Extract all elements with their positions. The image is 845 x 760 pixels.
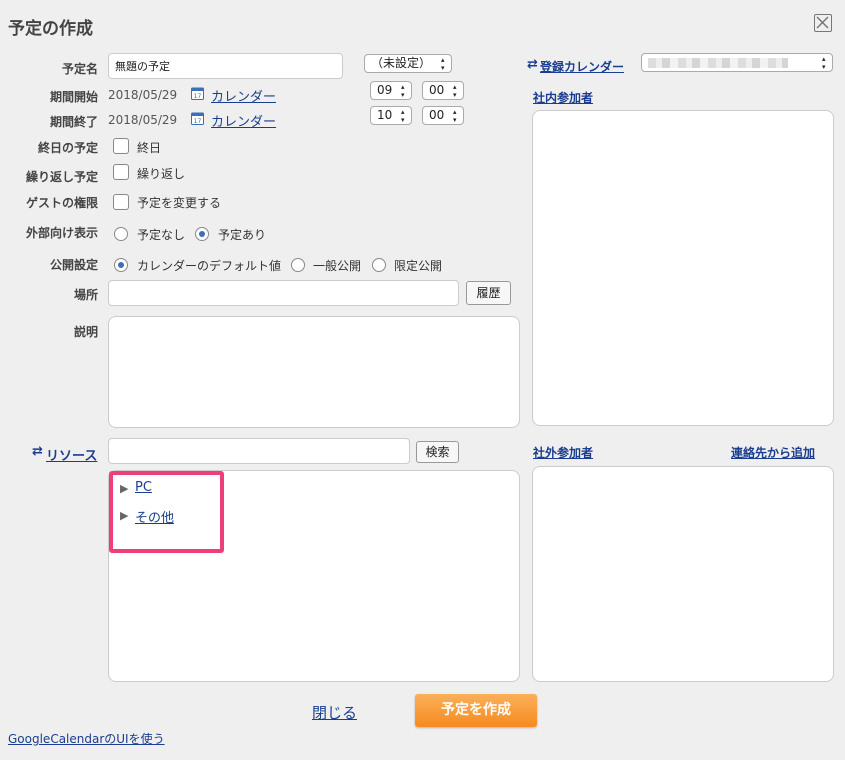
public-default-label: カレンダーのデフォルト値 (137, 259, 282, 273)
status-select-value: （未設定） (371, 56, 432, 70)
start-calendar-link[interactable]: カレンダー (211, 86, 276, 105)
public-open-radio[interactable] (291, 258, 305, 272)
external-none-radio[interactable] (114, 227, 128, 241)
public-limited-label: 限定公開 (394, 259, 443, 273)
resource-link[interactable]: リソース (46, 445, 97, 464)
public-default-radio[interactable] (114, 258, 128, 272)
start-minute-value: 00 (429, 83, 445, 97)
svg-text:17: 17 (194, 93, 202, 100)
resource-search-input[interactable] (108, 438, 410, 464)
public-label: 公開設定 (49, 258, 98, 272)
place-input[interactable] (108, 280, 459, 306)
public-limited-radio[interactable] (372, 258, 386, 272)
svg-text:17: 17 (194, 118, 202, 125)
allday-option-label: 終日 (137, 141, 162, 155)
external-label: 外部向け表示 (25, 226, 98, 240)
name-label: 予定名 (61, 62, 98, 76)
place-label: 場所 (73, 288, 98, 302)
external-participants-panel (532, 466, 834, 682)
repeat-checkbox[interactable] (113, 164, 129, 180)
start-label: 期間開始 (49, 90, 98, 104)
repeat-option-label: 繰り返し (137, 167, 186, 181)
add-from-contacts-link[interactable]: 連絡先から追加 (731, 444, 815, 461)
history-button[interactable]: 履歴 (466, 281, 511, 305)
highlight-box (109, 471, 224, 553)
end-hour-select[interactable]: 10 (370, 106, 412, 125)
public-open-label: 一般公開 (313, 259, 362, 273)
refresh-icon[interactable]: ⇄ (527, 57, 538, 72)
guest-checkbox[interactable] (113, 194, 129, 210)
end-minute-value: 00 (429, 108, 445, 122)
internal-participants-link[interactable]: 社内参加者 (533, 89, 593, 106)
description-textarea[interactable] (108, 316, 520, 428)
redacted-calendar-name (648, 58, 788, 68)
external-busy-label: 予定あり (218, 228, 267, 242)
close-icon[interactable] (814, 14, 832, 32)
guest-label: ゲストの権限 (25, 196, 98, 210)
end-calendar-link[interactable]: カレンダー (211, 111, 276, 130)
event-name-input[interactable] (108, 53, 343, 79)
internal-participants-panel (532, 110, 834, 426)
external-busy-radio[interactable] (195, 227, 209, 241)
create-event-button[interactable]: 予定を作成 (415, 694, 537, 727)
calendar-icon[interactable]: 17 (191, 86, 204, 103)
dialog-title: 予定の作成 (8, 19, 93, 39)
calendar-icon[interactable]: 17 (191, 111, 204, 128)
start-hour-select[interactable]: 09 (370, 81, 412, 100)
end-minute-select[interactable]: 00 (422, 106, 464, 125)
allday-label: 終日の予定 (37, 141, 98, 155)
calendar-select-link[interactable]: 登録カレンダー (540, 58, 624, 75)
refresh-icon[interactable]: ⇄ (32, 444, 43, 459)
status-select[interactable]: （未設定） (364, 54, 452, 73)
end-hour-value: 10 (377, 108, 393, 122)
desc-label: 説明 (73, 325, 98, 339)
calendar-select[interactable] (641, 53, 833, 72)
external-none-label: 予定なし (137, 228, 186, 242)
repeat-label: 繰り返し予定 (25, 170, 98, 184)
google-calendar-ui-link[interactable]: GoogleCalendarのUIを使う (8, 730, 165, 747)
close-link[interactable]: 閉じる (312, 702, 357, 723)
guest-option-label: 予定を変更する (137, 196, 222, 210)
end-date: 2018/05/29 (108, 113, 178, 127)
allday-checkbox[interactable] (113, 138, 129, 154)
resource-search-button[interactable]: 検索 (416, 441, 459, 463)
external-participants-link[interactable]: 社外参加者 (533, 444, 593, 461)
start-hour-value: 09 (377, 83, 393, 97)
start-date: 2018/05/29 (108, 88, 178, 102)
start-minute-select[interactable]: 00 (422, 81, 464, 100)
end-label: 期間終了 (49, 115, 98, 129)
